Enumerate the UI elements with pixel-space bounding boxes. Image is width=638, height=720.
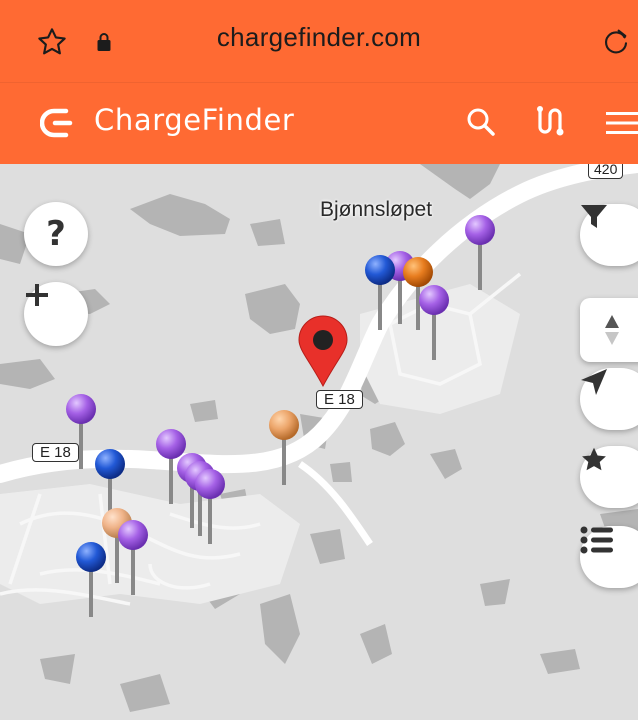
route-icon[interactable]	[534, 103, 570, 139]
url-text[interactable]: chargefinder.com	[0, 22, 638, 53]
charger-pin[interactable]	[465, 215, 495, 290]
search-icon[interactable]	[466, 107, 496, 137]
charger-pin[interactable]	[365, 255, 395, 330]
chargefinder-logo-icon[interactable]	[40, 105, 78, 141]
map-canvas[interactable]: Bjønnsløpet E 18 E 18 420 ?	[0, 164, 638, 720]
app-header: ChargeFinder	[0, 82, 638, 165]
charger-pin[interactable]	[66, 394, 96, 469]
pins-layer	[66, 215, 495, 617]
brand-name[interactable]: ChargeFinder	[94, 103, 294, 137]
charger-pin[interactable]	[419, 285, 449, 360]
reload-icon[interactable]	[600, 26, 632, 58]
charger-pin[interactable]	[269, 410, 299, 485]
location-marker-icon[interactable]	[298, 315, 348, 388]
charger-pin[interactable]	[118, 520, 148, 595]
menu-icon[interactable]	[606, 109, 638, 137]
charger-pin[interactable]	[76, 542, 106, 617]
browser-toolbar: chargefinder.com	[0, 0, 638, 82]
